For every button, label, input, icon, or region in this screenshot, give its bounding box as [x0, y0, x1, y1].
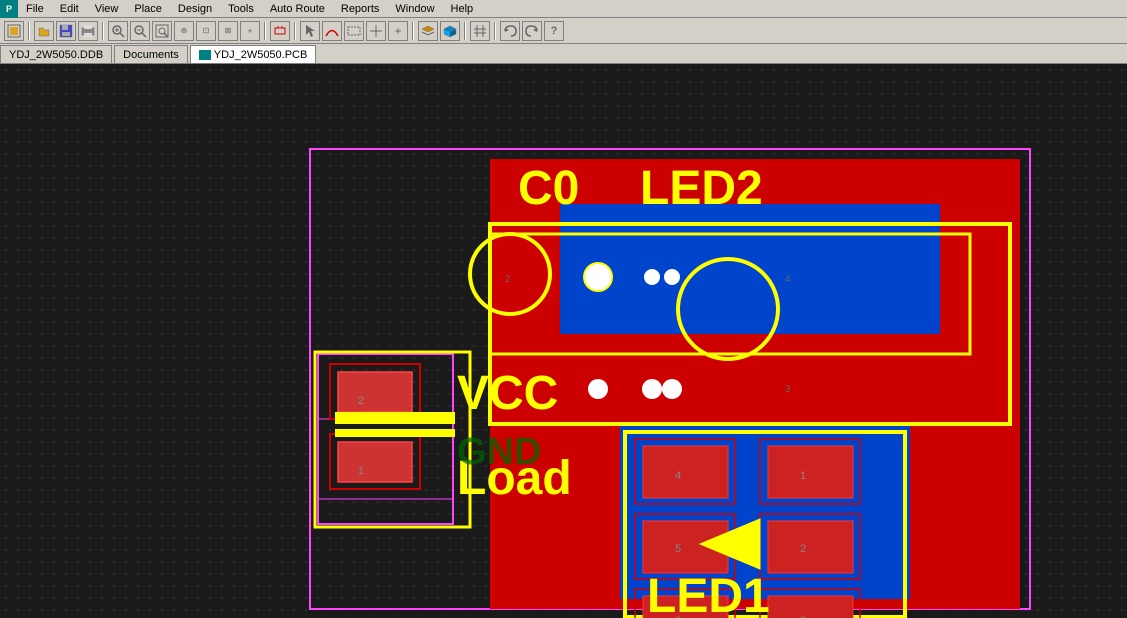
toolbar-btn-save[interactable] — [56, 21, 76, 41]
app-icon: P — [0, 0, 18, 18]
svg-text:5: 5 — [675, 543, 681, 555]
toolbar-sep-5 — [412, 22, 414, 40]
label-vcc: VCC — [457, 367, 558, 420]
pcb-svg: 2 4 3 4 1 5 2 6 3 2 1 C0 LED2 VCC Load G… — [0, 64, 1127, 618]
tabbar: YDJ_2W5050.DDB Documents YDJ_2W5050.PCB — [0, 44, 1127, 64]
svg-text:4: 4 — [675, 470, 681, 482]
toolbar-sep-4 — [294, 22, 296, 40]
toolbar-sep-2 — [102, 22, 104, 40]
tab-ddb[interactable]: YDJ_2W5050.DDB — [0, 45, 112, 63]
label-led2: LED2 — [640, 162, 763, 215]
label-led1: LED1 — [647, 570, 770, 618]
menubar: P File Edit View Place Design Tools Auto… — [0, 0, 1127, 18]
svg-text:2: 2 — [505, 274, 511, 285]
toolbar-sep-3 — [264, 22, 266, 40]
toolbar-btn-zoom-out[interactable] — [130, 21, 150, 41]
menu-help[interactable]: Help — [443, 2, 482, 16]
svg-text:4: 4 — [785, 274, 791, 285]
toolbar-btn-5[interactable]: ⊡ — [196, 21, 216, 41]
menu-reports[interactable]: Reports — [333, 2, 388, 16]
tab-pcb-icon — [199, 50, 211, 60]
menu-place[interactable]: Place — [126, 2, 170, 16]
menu-autoroute[interactable]: Auto Route — [262, 2, 333, 16]
svg-text:1: 1 — [358, 465, 364, 477]
toolbar-btn-6[interactable]: ⊠ — [218, 21, 238, 41]
tab-documents-label: Documents — [123, 49, 179, 61]
label-gnd: GND — [457, 431, 541, 473]
toolbar-btn-redo[interactable] — [522, 21, 542, 41]
toolbar-btn-route[interactable] — [322, 21, 342, 41]
toolbar: ⊕ ⊡ ⊠ + + ? — [0, 18, 1127, 44]
label-c0: C0 — [518, 162, 579, 215]
menu-view[interactable]: View — [87, 2, 127, 16]
toolbar-sep-7 — [494, 22, 496, 40]
toolbar-btn-plus[interactable]: + — [388, 21, 408, 41]
toolbar-btn-zoom-fit[interactable] — [152, 21, 172, 41]
toolbar-btn-4[interactable]: ⊕ — [174, 21, 194, 41]
toolbar-btn-rect[interactable] — [344, 21, 364, 41]
menu-items: File Edit View Place Design Tools Auto R… — [18, 2, 481, 16]
svg-text:2: 2 — [358, 395, 364, 407]
toolbar-btn-undo[interactable] — [500, 21, 520, 41]
svg-text:3: 3 — [785, 384, 791, 395]
toolbar-btn-help[interactable]: ? — [544, 21, 564, 41]
svg-text:2: 2 — [800, 543, 806, 555]
tab-pcb[interactable]: YDJ_2W5050.PCB — [190, 45, 317, 63]
toolbar-btn-zoom-in[interactable] — [108, 21, 128, 41]
toolbar-btn-cross[interactable] — [366, 21, 386, 41]
toolbar-btn-select[interactable] — [300, 21, 320, 41]
toolbar-sep-6 — [464, 22, 466, 40]
menu-edit[interactable]: Edit — [52, 2, 87, 16]
svg-text:1: 1 — [800, 470, 806, 482]
toolbar-btn-7[interactable]: + — [240, 21, 260, 41]
pcb-canvas[interactable]: 2 4 3 4 1 5 2 6 3 2 1 C0 LED2 VCC Load G… — [0, 64, 1127, 618]
menu-design[interactable]: Design — [170, 2, 220, 16]
menu-window[interactable]: Window — [387, 2, 442, 16]
menu-file[interactable]: File — [18, 2, 52, 16]
toolbar-btn-open[interactable] — [34, 21, 54, 41]
menu-tools[interactable]: Tools — [220, 2, 262, 16]
toolbar-btn-3d[interactable] — [440, 21, 460, 41]
toolbar-btn-component[interactable] — [270, 21, 290, 41]
toolbar-btn-print[interactable] — [78, 21, 98, 41]
tab-ddb-label: YDJ_2W5050.DDB — [9, 49, 103, 61]
tab-documents[interactable]: Documents — [114, 45, 188, 63]
toolbar-btn-1[interactable] — [4, 21, 24, 41]
toolbar-sep-1 — [28, 22, 30, 40]
toolbar-btn-hash[interactable] — [470, 21, 490, 41]
tab-pcb-label: YDJ_2W5050.PCB — [214, 49, 308, 61]
toolbar-btn-layers[interactable] — [418, 21, 438, 41]
